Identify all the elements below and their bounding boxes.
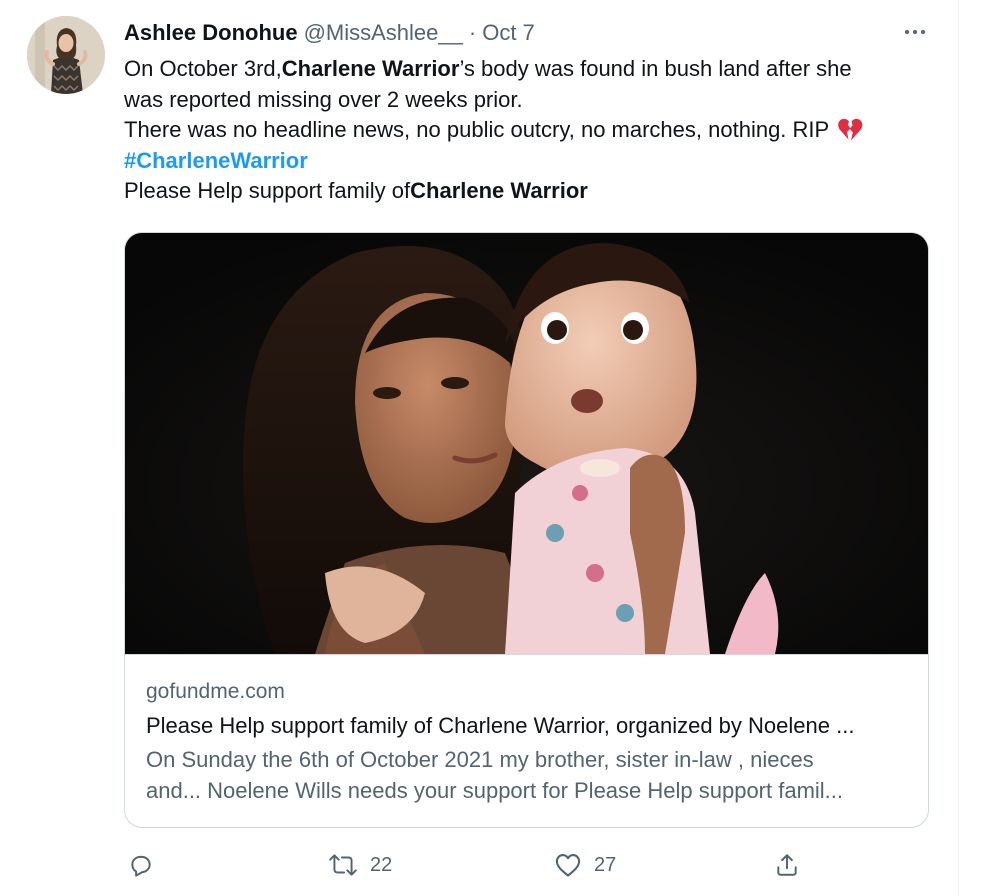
header-separator: · bbox=[468, 20, 477, 45]
reply-icon bbox=[128, 852, 154, 878]
tweet-text-line: On October 3rd, Charlene Warrior’s body … bbox=[124, 54, 944, 85]
tweet-text-line: Please Help support family of Charlene W… bbox=[124, 176, 944, 207]
tweet-text: On October 3rd, Charlene Warrior’s body … bbox=[124, 54, 944, 207]
hashtag-link[interactable]: #CharleneWarrior bbox=[124, 146, 308, 177]
tweet-date[interactable]: Oct 7 bbox=[482, 19, 535, 47]
text-bold-segment: Charlene Warrior bbox=[410, 178, 588, 203]
more-options-icon[interactable] bbox=[898, 20, 932, 44]
share-button[interactable] bbox=[774, 848, 800, 882]
card-divider bbox=[125, 654, 928, 655]
broken-heart-icon bbox=[837, 118, 863, 142]
tweet-header: Ashlee Donohue @MissAshlee__ · Oct 7 bbox=[124, 18, 535, 48]
card-domain: gofundme.com bbox=[146, 680, 285, 703]
retweet-icon bbox=[328, 852, 358, 878]
card-title[interactable]: Please Help support family of Charlene W… bbox=[146, 711, 906, 741]
text-segment: ’s body was found in bush land after she bbox=[459, 56, 852, 81]
retweet-button[interactable]: 22 bbox=[328, 848, 392, 882]
avatar[interactable] bbox=[27, 16, 105, 94]
author-handle[interactable]: @MissAshlee__ bbox=[304, 19, 463, 47]
card-image[interactable] bbox=[125, 233, 928, 655]
retweet-count: 22 bbox=[370, 853, 393, 876]
card-description-line: On Sunday the 6th of October 2021 my bro… bbox=[146, 747, 814, 772]
card-description: On Sunday the 6th of October 2021 my bro… bbox=[146, 745, 906, 806]
reply-button[interactable] bbox=[128, 848, 154, 882]
text-segment: On October 3rd, bbox=[124, 56, 282, 81]
author-name[interactable]: Ashlee Donohue bbox=[124, 19, 298, 47]
timeline-border bbox=[958, 0, 959, 896]
share-icon bbox=[774, 852, 800, 878]
tweet[interactable]: Ashlee Donohue @MissAshlee__ · Oct 7 On … bbox=[0, 0, 958, 896]
like-count: 27 bbox=[594, 853, 617, 876]
link-preview-card[interactable]: gofundme.com Please Help support family … bbox=[124, 232, 929, 828]
text-bold-segment: Charlene Warrior bbox=[281, 56, 460, 81]
text-segment: Please Help support family of bbox=[124, 178, 411, 203]
like-button[interactable]: 27 bbox=[554, 848, 616, 882]
tweet-actions: 22 27 bbox=[124, 848, 824, 882]
tweet-text-line: There was no headline news, no public ou… bbox=[124, 115, 944, 146]
tweet-text-line: #CharleneWarrior bbox=[124, 146, 944, 177]
text-segment: There was no headline news, no public ou… bbox=[124, 117, 830, 142]
tweet-text-line: was reported missing over 2 weeks prior. bbox=[124, 85, 944, 116]
text-segment: was reported missing over 2 weeks prior. bbox=[124, 86, 523, 112]
card-description-line: and... Noelene Wills needs your support … bbox=[146, 777, 844, 803]
like-icon bbox=[554, 852, 582, 878]
avatar-photo bbox=[27, 16, 105, 94]
